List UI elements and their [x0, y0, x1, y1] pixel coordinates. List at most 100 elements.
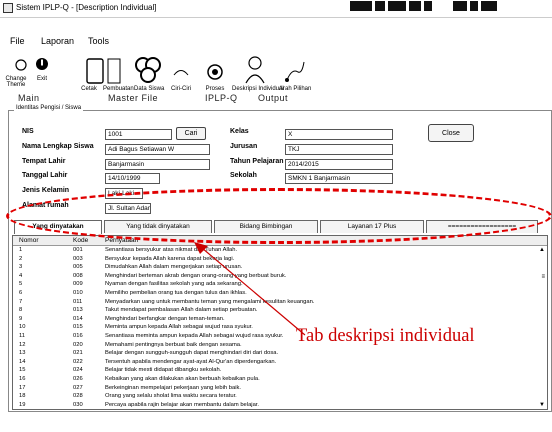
row-pernyataan: Berkeinginan mempelajari pekerjaan yang …	[105, 384, 241, 391]
table-row[interactable]: 13 021 Belajar dengan sungguh-sungguh dapa…	[13, 350, 547, 359]
table-row[interactable]: 15 024 Belajar tidak mesti didapat dibangk…	[13, 367, 547, 376]
callout-arrow-icon	[194, 242, 306, 336]
row-nomor: 1	[19, 247, 23, 253]
row-kode: 008	[73, 272, 83, 279]
proses-button[interactable]: Proses	[202, 86, 228, 92]
row-kode: 020	[73, 341, 83, 348]
theme-icon[interactable]	[14, 58, 28, 72]
window-controls[interactable]	[350, 1, 550, 15]
row-kode: 010	[73, 290, 83, 296]
row-kode: 021	[73, 350, 83, 357]
deskripsi-individual-button[interactable]: Deskripsi Individual	[232, 86, 284, 92]
row-nomor: 6	[19, 290, 23, 296]
row-pernyataan: Kebaikan yang akan dilakukan akan berbua…	[105, 376, 260, 382]
col-kode[interactable]: Kode	[73, 237, 88, 244]
row-kode: 015	[73, 324, 83, 331]
row-nomor: 9	[19, 315, 23, 322]
kelas-field[interactable]: X	[285, 129, 393, 140]
tanggal-lahir-label: Tanggal Lahir	[22, 172, 68, 179]
scroll-up-icon[interactable]: ▲	[539, 247, 545, 253]
title-bar: Sistem IPLP-Q - [Description Individual]	[0, 0, 552, 18]
tanggal-lahir-field[interactable]: 14/10/1999	[105, 173, 160, 184]
document-icon[interactable]	[107, 58, 121, 84]
pembuatan-button[interactable]: Pembuatan	[103, 86, 134, 92]
table-row[interactable]: 18 028 Orang yang selalu sholat lima waktu…	[13, 393, 547, 402]
tempat-lahir-field[interactable]: Banjarmasin	[105, 159, 210, 170]
nama-field[interactable]: Adi Bagus Setiawan W	[105, 144, 210, 155]
row-kode: 022	[73, 358, 83, 365]
jurusan-field[interactable]: TKJ	[285, 144, 393, 155]
book-icon[interactable]	[86, 58, 104, 84]
nis-field[interactable]: 1001	[105, 129, 172, 140]
gear-icon[interactable]	[205, 62, 225, 82]
cetak-button[interactable]: Cetak	[76, 86, 102, 92]
sekolah-label: Sekolah	[230, 172, 257, 179]
group-main: Main	[18, 93, 40, 103]
row-nomor: 19	[19, 401, 26, 408]
close-button[interactable]: Close	[428, 124, 474, 142]
scroll-marker-icon[interactable]: ≡	[541, 274, 545, 280]
row-nomor: 15	[19, 367, 26, 374]
row-nomor: 14	[19, 358, 26, 365]
highlight-ellipse	[6, 188, 552, 244]
menu-tools[interactable]: Tools	[88, 36, 109, 46]
row-kode: 028	[73, 393, 83, 400]
route-icon[interactable]	[284, 58, 306, 84]
row-kode: 016	[73, 333, 83, 339]
app-icon	[3, 3, 13, 13]
arah-pilihan-button[interactable]: Arah Pilihan	[279, 86, 311, 92]
tahun-pelajaran-field[interactable]: 2014/2015	[285, 159, 393, 170]
group-master-file: Master File	[108, 93, 159, 103]
row-kode: 001	[73, 247, 83, 253]
table-row[interactable]: 19 030 Percaya apabila rajin belajar akan …	[13, 401, 547, 409]
row-kode: 030	[73, 401, 83, 408]
row-kode: 013	[73, 307, 83, 314]
power-icon[interactable]	[35, 57, 49, 71]
sekolah-field[interactable]: SMKN 1 Banjarmasin	[285, 173, 393, 184]
window-title: Sistem IPLP-Q - [Description Individual]	[16, 3, 157, 12]
group-iplp-q: IPLP-Q	[205, 93, 238, 103]
row-nomor: 12	[19, 341, 26, 348]
row-pernyataan: Belajar dengan sungguh-sungguh dapat men…	[105, 350, 279, 357]
row-kode: 026	[73, 376, 83, 382]
menu-laporan[interactable]: Laporan	[41, 36, 74, 46]
ciri-ciri-button[interactable]: Ciri-Ciri	[168, 86, 194, 92]
row-nomor: 13	[19, 350, 26, 357]
kelas-label: Kelas	[230, 128, 249, 135]
table-row[interactable]: 17 027 Berkeinginan mempelajari pekerjaan …	[13, 385, 547, 394]
row-nomor: 11	[19, 333, 26, 339]
col-nomor[interactable]: Nomor	[19, 237, 39, 244]
row-nomor: 10	[19, 324, 26, 331]
row-kode: 024	[73, 367, 83, 374]
row-nomor: 17	[19, 384, 26, 391]
person-icon[interactable]	[243, 55, 267, 85]
arc-icon[interactable]	[173, 66, 189, 76]
row-nomor: 3	[19, 264, 23, 271]
table-row[interactable]: 16 026 Kebaikan yang akan dilakukan akan b…	[13, 376, 547, 385]
row-pernyataan: Tersentuh apabila mendengar ayat-ayat Al…	[105, 358, 277, 365]
tempat-lahir-label: Tempat Lahir	[22, 158, 66, 165]
change-theme-button[interactable]: Change Theme	[2, 76, 30, 88]
row-pernyataan: Orang yang selalu sholat lima waktu seca…	[105, 393, 237, 400]
row-kode: 005	[73, 264, 83, 271]
scroll-down-icon[interactable]: ▼	[539, 402, 545, 408]
users-icon[interactable]	[134, 56, 162, 84]
jenis-kelamin-label: Jenis Kelamin	[22, 187, 70, 194]
menu-file[interactable]: File	[10, 36, 25, 46]
exit-button[interactable]: Exit	[34, 76, 50, 82]
row-kode: 003	[73, 255, 83, 262]
row-nomor: 4	[19, 272, 23, 279]
table-row[interactable]: 14 022 Tersentuh apabila mendengar ayat-ay…	[13, 359, 547, 368]
jurusan-label: Jurusan	[230, 143, 258, 150]
nama-label: Nama Lengkap Siswa	[22, 143, 94, 150]
row-nomor: 8	[19, 307, 23, 314]
row-kode: 027	[73, 384, 83, 391]
row-pernyataan: Belajar tidak mesti didapat dibangku sek…	[105, 367, 222, 374]
row-pernyataan: Memahami pentingnya berbuat baik dengan …	[105, 341, 242, 348]
row-nomor: 16	[19, 376, 26, 382]
group-output: Output	[258, 93, 289, 103]
row-pernyataan: Percaya apabila rajin belajar akan memba…	[105, 401, 260, 408]
data-siswa-button[interactable]: Data Siswa	[134, 86, 164, 92]
row-kode: 011	[73, 298, 83, 305]
cari-button[interactable]: Cari	[176, 127, 206, 140]
